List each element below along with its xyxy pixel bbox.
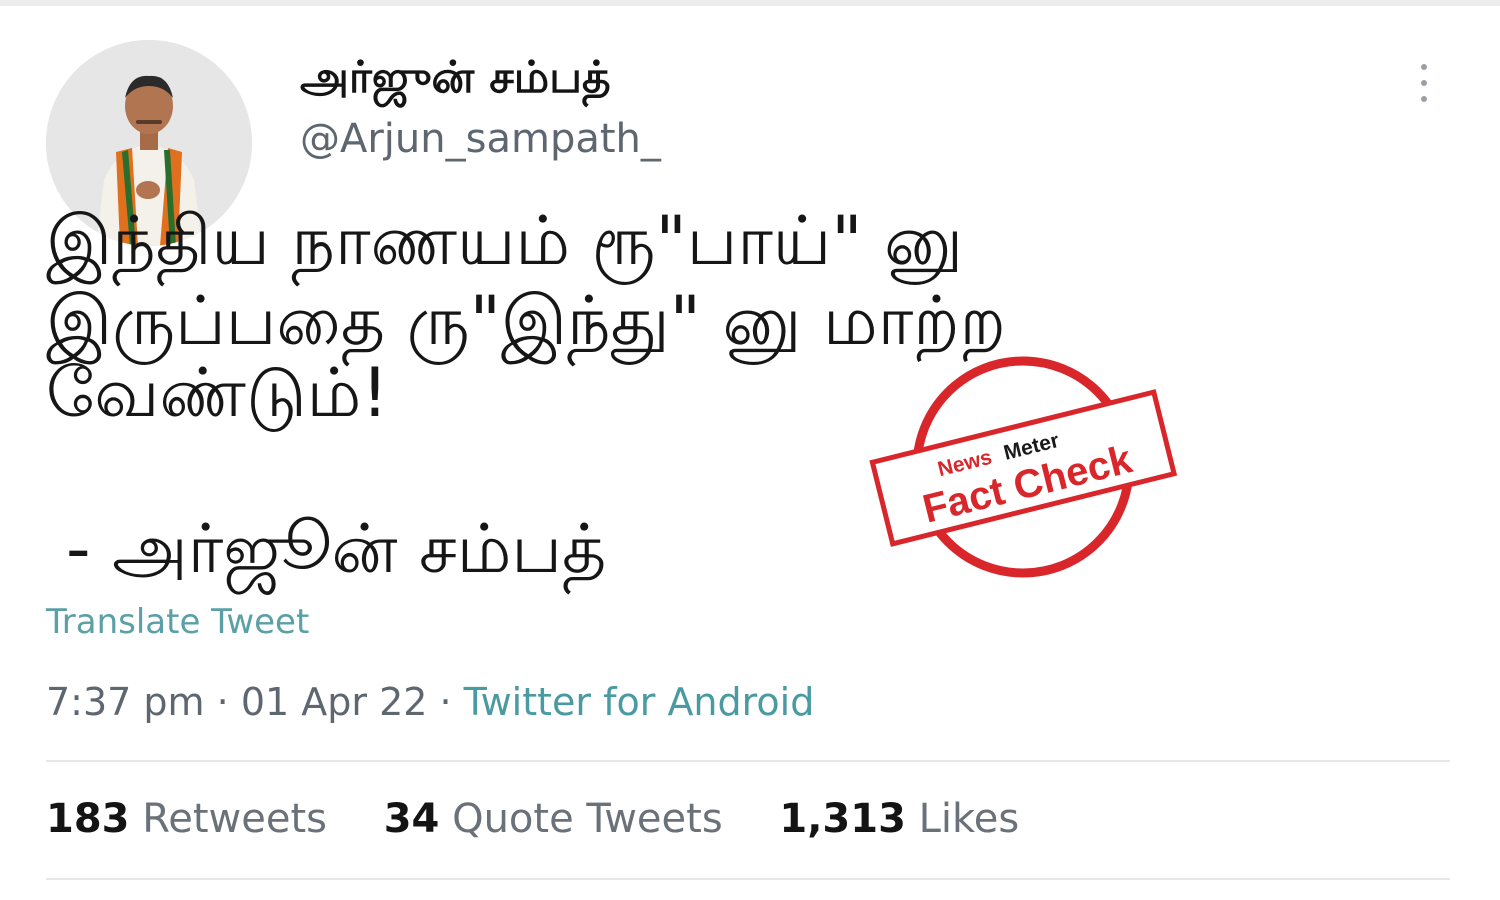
tweet-time[interactable]: 7:37 pm — [46, 680, 205, 724]
tweet-text-line: இந்திய நாணயம் ரூ"பாய்" னு — [46, 202, 963, 281]
likes-label: Likes — [918, 796, 1020, 842]
quote-tweets-stat[interactable]: 34 Quote Tweets — [384, 796, 723, 842]
fact-check-stamp: News Meter Fact Check — [869, 356, 1178, 578]
tweet-text-line: வேண்டும்! — [46, 354, 389, 433]
quote-tweets-label: Quote Tweets — [452, 796, 723, 842]
more-vertical-icon[interactable] — [1402, 58, 1446, 108]
dot — [1421, 96, 1427, 102]
retweets-count: 183 — [46, 796, 130, 842]
tweet-text-line: - அர்ஜூன் சம்பத் — [66, 510, 607, 589]
dot — [1421, 64, 1427, 70]
tweet-text-line: இருப்பதை ரு"இந்து" னு மாற்ற — [46, 282, 1006, 361]
display-name[interactable]: அர்ஜுன் சம்பத் — [300, 52, 611, 109]
likes-count: 1,313 — [779, 796, 906, 842]
user-handle[interactable]: @Arjun_sampath_ — [300, 116, 661, 162]
quote-tweets-count: 34 — [383, 796, 440, 842]
retweets-label: Retweets — [142, 796, 327, 842]
tweet-date[interactable]: 01 Apr 22 — [241, 680, 428, 724]
retweets-stat[interactable]: 183 Retweets — [46, 796, 327, 842]
tweet-meta: 7:37 pm · 01 Apr 22 · Twitter for Androi… — [46, 680, 814, 724]
divider — [46, 878, 1450, 880]
translate-tweet-link[interactable]: Translate Tweet — [46, 602, 309, 642]
meta-separator: · — [427, 680, 464, 724]
top-strip — [0, 0, 1500, 6]
tweet-stats: 183 Retweets 34 Quote Tweets 1,313 Likes — [46, 796, 1063, 842]
dot — [1421, 80, 1427, 86]
tweet-source-link[interactable]: Twitter for Android — [464, 680, 815, 724]
likes-stat[interactable]: 1,313 Likes — [779, 796, 1019, 842]
meta-separator: · — [204, 680, 241, 724]
divider — [46, 760, 1450, 762]
